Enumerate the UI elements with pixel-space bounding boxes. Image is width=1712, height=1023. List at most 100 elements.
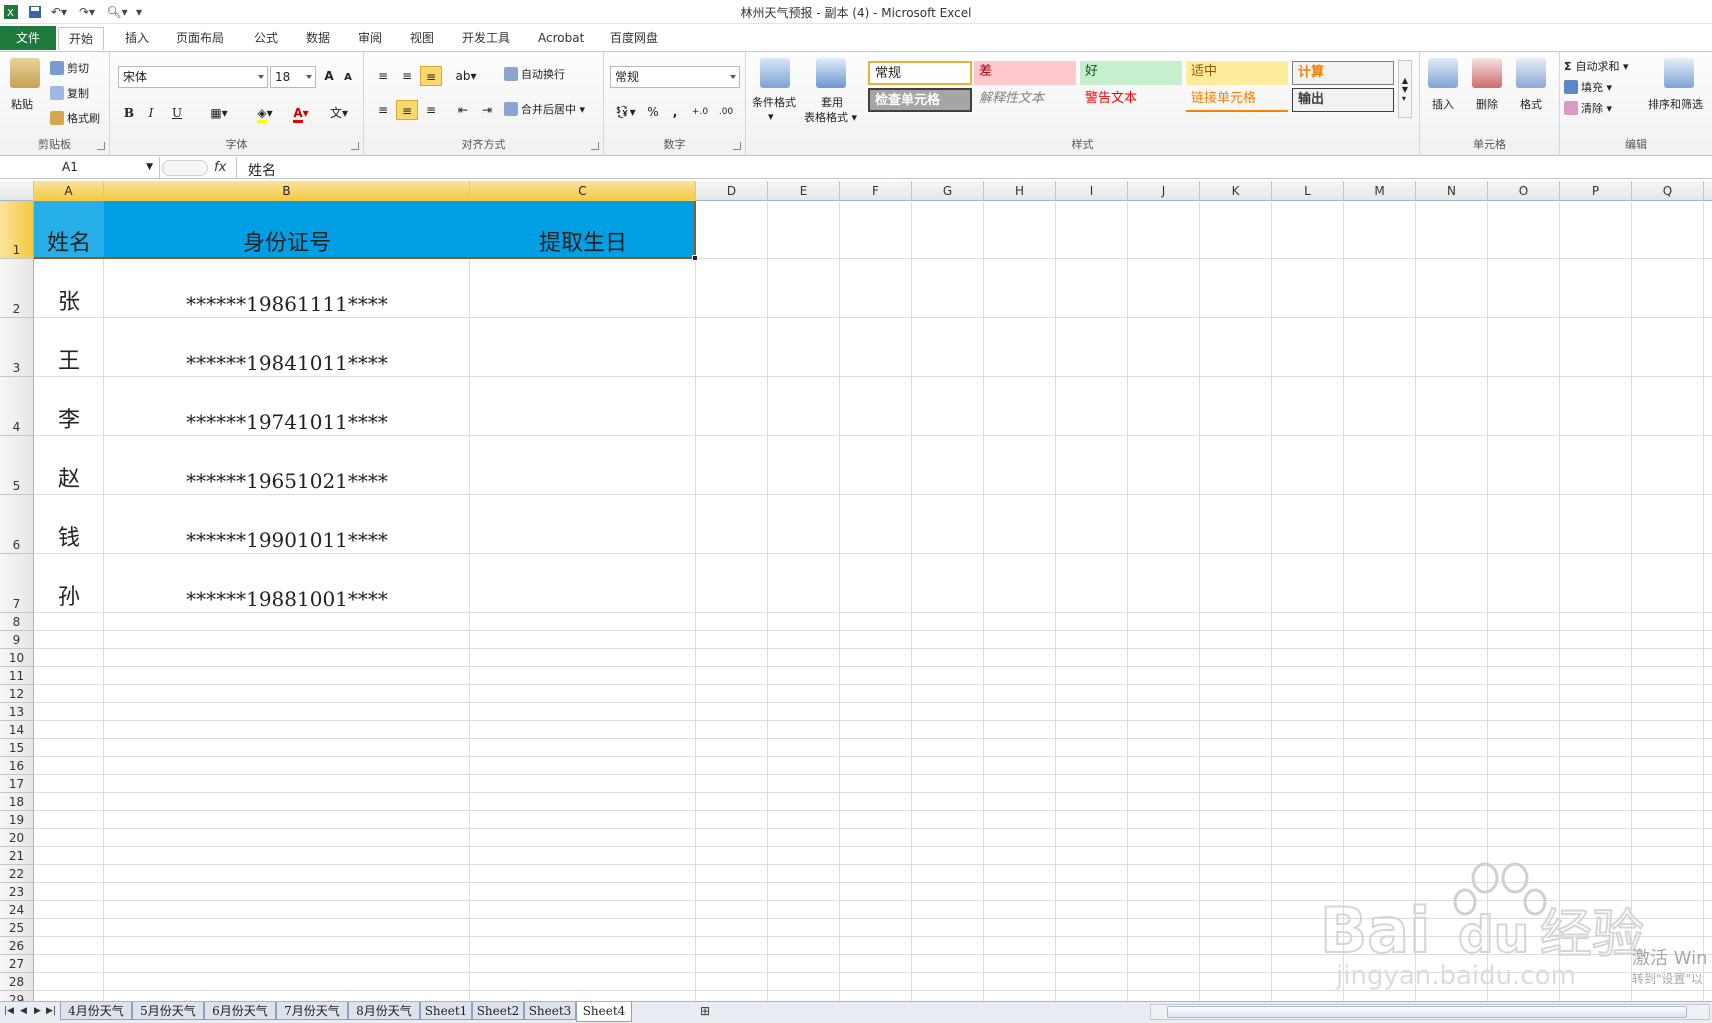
column-header-l[interactable]: L xyxy=(1272,181,1344,201)
italic-button[interactable]: I xyxy=(142,103,160,123)
header-cell[interactable]: 身份证号 xyxy=(104,201,470,257)
name-cell[interactable]: 赵 xyxy=(34,436,104,493)
increase-decimal-button[interactable]: +.0 xyxy=(688,102,712,122)
merge-center-button[interactable]: 合并后居中 ▾ xyxy=(504,101,585,117)
id-number-cell[interactable]: ******19901011**** xyxy=(104,495,470,552)
cut-button[interactable]: 剪切 xyxy=(50,60,89,76)
column-header-h[interactable]: H xyxy=(984,181,1056,201)
styles-scroll[interactable]: ▲ ▼ ▾ xyxy=(1398,60,1412,118)
underline-button[interactable]: U xyxy=(164,103,190,123)
row-header-12[interactable]: 12 xyxy=(0,685,34,703)
copy-button[interactable]: 复制 xyxy=(50,85,89,101)
row-header-11[interactable]: 11 xyxy=(0,667,34,685)
worksheet-grid[interactable]: ABCDEFGHIJKLMNOPQ 1 2 3 4 5 6 7 8 9 10 11 12 13 14 15 1… xyxy=(0,181,1712,1001)
format-cells-button[interactable]: 格式 xyxy=(1520,96,1542,112)
select-all-corner[interactable] xyxy=(0,181,34,201)
last-sheet-icon[interactable]: ▶| xyxy=(46,1006,56,1016)
column-header-e[interactable]: E xyxy=(768,181,840,201)
column-header-k[interactable]: K xyxy=(1200,181,1272,201)
prev-sheet-icon[interactable]: ◀ xyxy=(20,1006,27,1016)
row-header-25[interactable]: 25 xyxy=(0,919,34,937)
sheet-tab[interactable]: Sheet2 xyxy=(472,1002,524,1020)
comma-button[interactable]: , xyxy=(666,102,684,122)
style-warning[interactable]: 警告文本 xyxy=(1080,88,1182,112)
horizontal-scrollbar[interactable] xyxy=(1150,1004,1710,1020)
align-left-button[interactable]: ≡ xyxy=(372,100,394,120)
row-header-7[interactable]: 7 xyxy=(0,554,34,613)
row-header-10[interactable]: 10 xyxy=(0,649,34,667)
orientation-button[interactable]: ab▾ xyxy=(452,66,480,86)
name-cell[interactable]: 钱 xyxy=(34,495,104,552)
sheet-tab[interactable]: 7月份天气 xyxy=(276,1002,348,1020)
column-header-d[interactable]: D xyxy=(696,181,768,201)
insert-cells-button[interactable]: 插入 xyxy=(1432,96,1454,112)
column-header-j[interactable]: J xyxy=(1128,181,1200,201)
align-center-button[interactable]: ≡ xyxy=(396,100,418,120)
row-header-20[interactable]: 20 xyxy=(0,829,34,847)
font-color-button[interactable]: A▾ xyxy=(286,103,316,123)
name-cell[interactable]: 王 xyxy=(34,318,104,375)
id-number-cell[interactable]: ******19651021**** xyxy=(104,436,470,493)
row-header-4[interactable]: 4 xyxy=(0,377,34,436)
sheet-tab[interactable]: 5月份天气 xyxy=(132,1002,204,1020)
row-header-22[interactable]: 22 xyxy=(0,865,34,883)
formula-input[interactable]: 姓名 xyxy=(248,160,276,180)
header-cell[interactable]: 提取生日 xyxy=(470,201,696,257)
phonetic-button[interactable]: 文▾ xyxy=(324,103,354,123)
sheet-tab[interactable]: 6月份天气 xyxy=(204,1002,276,1020)
row-header-2[interactable]: 2 xyxy=(0,259,34,318)
wrap-text-button[interactable]: 自动换行 xyxy=(504,66,565,82)
style-linked-cell[interactable]: 链接单元格 xyxy=(1186,88,1288,112)
row-header-24[interactable]: 24 xyxy=(0,901,34,919)
id-number-cell[interactable]: ******19861111**** xyxy=(104,259,470,316)
clear-button[interactable]: 清除 ▾ xyxy=(1564,100,1612,116)
row-header-3[interactable]: 3 xyxy=(0,318,34,377)
conditional-format-button[interactable]: 条件格式 xyxy=(752,94,796,110)
column-header-f[interactable]: F xyxy=(840,181,912,201)
table-format-button-line2[interactable]: 表格格式 ▾ xyxy=(804,109,857,125)
birthday-cell[interactable] xyxy=(470,318,696,375)
column-header-b[interactable]: B xyxy=(104,181,470,201)
tab-view[interactable]: 视图 xyxy=(400,27,444,50)
row-header-14[interactable]: 14 xyxy=(0,721,34,739)
name-cell[interactable]: 张 xyxy=(34,259,104,316)
birthday-cell[interactable] xyxy=(470,554,696,611)
row-header-6[interactable]: 6 xyxy=(0,495,34,554)
shrink-font-button[interactable]: A xyxy=(340,68,356,88)
cells-area[interactable]: 姓名 身份证号 提取生日张 ******19861111**** 王 ******1984… xyxy=(34,201,1712,1001)
sheet-tab[interactable]: 8月份天气 xyxy=(348,1002,420,1020)
fill-button[interactable]: 填充 ▾ xyxy=(1564,79,1612,95)
align-top-button[interactable]: ≡ xyxy=(372,66,394,86)
header-cell[interactable]: 姓名 xyxy=(34,201,104,257)
paste-icon[interactable] xyxy=(10,58,40,88)
tab-insert[interactable]: 插入 xyxy=(115,27,159,50)
font-launcher-icon[interactable] xyxy=(351,142,359,150)
column-header-g[interactable]: G xyxy=(912,181,984,201)
scrollbar-thumb[interactable] xyxy=(1167,1006,1687,1018)
name-box-arrow-icon[interactable]: ▼ xyxy=(146,157,153,178)
row-header-18[interactable]: 18 xyxy=(0,793,34,811)
font-name-select[interactable]: 宋体 xyxy=(118,66,268,88)
row-header-19[interactable]: 19 xyxy=(0,811,34,829)
number-launcher-icon[interactable] xyxy=(733,142,741,150)
birthday-cell[interactable] xyxy=(470,495,696,552)
font-size-select[interactable]: 18 xyxy=(270,66,316,88)
first-sheet-icon[interactable]: |◀ xyxy=(4,1006,14,1016)
row-header-28[interactable]: 28 xyxy=(0,973,34,991)
birthday-cell[interactable] xyxy=(470,377,696,434)
format-painter-button[interactable]: 格式刷 xyxy=(50,110,100,126)
sheet-tab[interactable]: Sheet1 xyxy=(420,1002,472,1020)
column-header-a[interactable]: A xyxy=(34,181,104,201)
next-sheet-icon[interactable]: ▶ xyxy=(34,1006,41,1016)
percent-button[interactable]: % xyxy=(644,102,662,122)
style-explanatory[interactable]: 解释性文本 xyxy=(974,88,1076,112)
id-number-cell[interactable]: ******19841011**** xyxy=(104,318,470,375)
bold-button[interactable]: B xyxy=(120,103,138,123)
autosum-button[interactable]: Σ 自动求和 ▾ xyxy=(1564,58,1629,74)
column-header-p[interactable]: P xyxy=(1560,181,1632,201)
align-right-button[interactable]: ≡ xyxy=(420,100,442,120)
insert-sheet-icon[interactable]: ⊞ xyxy=(700,1004,710,1018)
insert-function-button[interactable]: fx xyxy=(214,160,226,175)
sheet-tab[interactable]: Sheet4 xyxy=(576,1002,632,1022)
column-header-i[interactable]: I xyxy=(1056,181,1128,201)
